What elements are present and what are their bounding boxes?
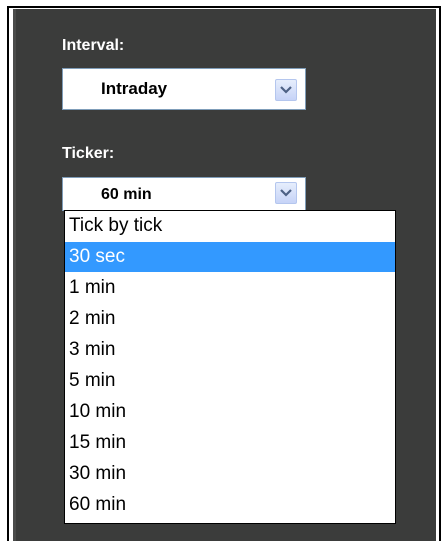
ticker-select[interactable]: 60 min <box>62 177 306 211</box>
ticker-option-2-min[interactable]: 2 min <box>65 304 395 334</box>
interval-label: Interval: <box>62 37 125 54</box>
ticker-dropdown-button[interactable] <box>275 182 297 204</box>
interval-select-value: Intraday <box>101 79 168 98</box>
ticker-select-value: 60 min <box>101 186 152 203</box>
ticker-option-15-min[interactable]: 15 min <box>65 428 395 458</box>
window-frame: Interval: Intraday Ticker: 60 min Tick b… <box>0 0 448 541</box>
ticker-option-30-sec[interactable]: 30 sec <box>65 242 395 272</box>
interval-dropdown-button[interactable] <box>275 79 297 101</box>
ticker-option-10-min[interactable]: 10 min <box>65 397 395 427</box>
ticker-label: Ticker: <box>62 145 115 162</box>
interval-select[interactable]: Intraday <box>62 68 306 110</box>
ticker-option-60-min[interactable]: 60 min <box>65 490 395 520</box>
chevron-down-icon <box>280 86 292 94</box>
ticker-option-1-min[interactable]: 1 min <box>65 273 395 303</box>
ticker-dropdown-list: Tick by tick 30 sec 1 min 2 min 3 min 5 … <box>64 210 396 524</box>
ticker-option-3-min[interactable]: 3 min <box>65 335 395 365</box>
ticker-option-30-min[interactable]: 30 min <box>65 459 395 489</box>
chevron-down-icon <box>280 189 292 197</box>
ticker-option-5-min[interactable]: 5 min <box>65 366 395 396</box>
ticker-option-tick-by-tick[interactable]: Tick by tick <box>65 211 395 241</box>
